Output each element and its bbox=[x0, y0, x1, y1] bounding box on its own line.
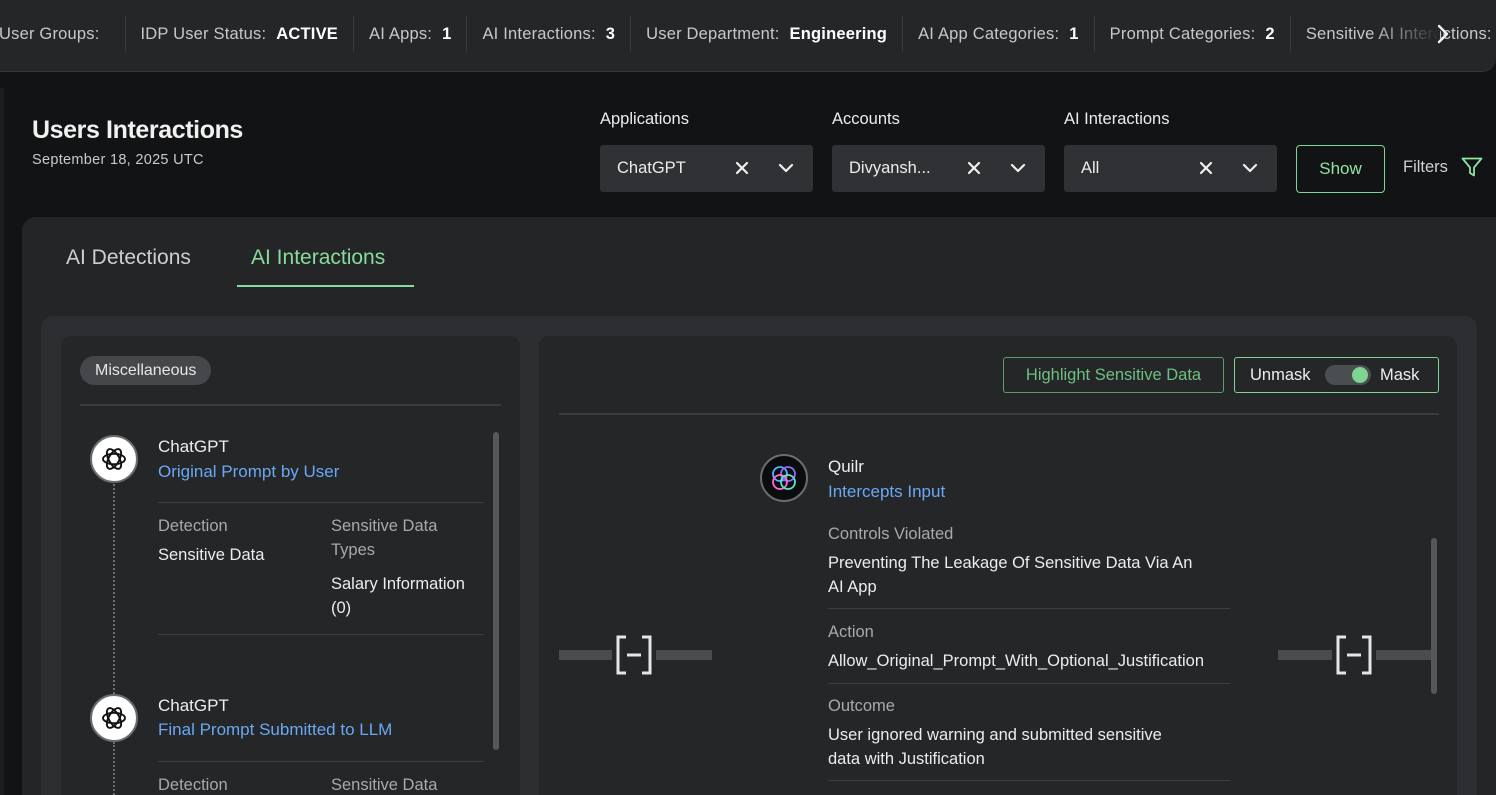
divider bbox=[828, 780, 1230, 781]
stat-user-groups: User Groups: bbox=[0, 16, 126, 52]
ai-interactions-select[interactable]: All bbox=[1064, 145, 1277, 192]
mask-toggle-group: Unmask Mask bbox=[1234, 357, 1439, 393]
detection-label: Detection bbox=[158, 776, 228, 794]
entry-app-name: ChatGPT bbox=[158, 696, 229, 715]
accounts-select[interactable]: Divyansh... bbox=[832, 145, 1045, 192]
quilr-subtitle-link[interactable]: Intercepts Input bbox=[828, 482, 945, 502]
stat-key: Prompt Categories: bbox=[1109, 24, 1256, 43]
stat-ai-app-categories: AI App Categories: 1 bbox=[903, 16, 1095, 52]
unmask-label: Unmask bbox=[1250, 366, 1311, 384]
stat-key: AI Interactions: bbox=[482, 24, 596, 43]
controls-violated-label: Controls Violated bbox=[828, 525, 954, 543]
sensitive-types-label-line1: Sensitive Data bbox=[331, 776, 438, 794]
mask-toggle[interactable] bbox=[1325, 365, 1371, 385]
stat-key: AI Apps: bbox=[369, 24, 433, 43]
filters-label: Filters bbox=[1403, 157, 1448, 176]
divider bbox=[158, 761, 484, 762]
category-chip: Miscellaneous bbox=[80, 356, 212, 385]
stat-value: Engineering bbox=[789, 24, 888, 43]
detection-label: Detection bbox=[158, 517, 228, 535]
divider bbox=[80, 404, 501, 406]
chevron-down-icon[interactable] bbox=[1239, 157, 1261, 179]
outcome-value-line1: User ignored warning and submitted sensi… bbox=[828, 726, 1162, 744]
left-scrollbar[interactable] bbox=[493, 432, 499, 750]
clear-icon[interactable] bbox=[1195, 157, 1217, 179]
sensitive-types-value-line2: (0) bbox=[331, 599, 352, 617]
divider bbox=[828, 608, 1230, 609]
entry-subtitle-link[interactable]: Original Prompt by User bbox=[158, 462, 339, 482]
outcome-value-line2: data with Justification bbox=[828, 750, 985, 768]
stat-ai-apps: AI Apps: 1 bbox=[354, 16, 468, 52]
highlight-sensitive-data-button[interactable]: Highlight Sensitive Data bbox=[1003, 357, 1224, 393]
ai-interactions-filter-label: AI Interactions bbox=[1064, 110, 1170, 128]
chevron-down-icon[interactable] bbox=[1007, 157, 1029, 179]
entry-app-name: ChatGPT bbox=[158, 437, 229, 456]
applications-select-value: ChatGPT bbox=[617, 159, 686, 177]
outcome-label: Outcome bbox=[828, 697, 895, 715]
clear-icon[interactable] bbox=[963, 157, 985, 179]
stat-key: AI App Categories: bbox=[918, 24, 1060, 43]
user-stats-bar: User Groups: IDP User Status: ACTIVE AI A… bbox=[0, 0, 1496, 72]
active-tab-indicator bbox=[237, 285, 414, 287]
applications-filter-label: Applications bbox=[600, 110, 689, 128]
clear-icon[interactable] bbox=[731, 157, 753, 179]
ai-interactions-select-value: All bbox=[1081, 159, 1100, 177]
divider bbox=[158, 502, 484, 503]
chatgpt-logo-icon bbox=[90, 694, 138, 742]
sensitive-types-label-line2: Types bbox=[331, 541, 376, 559]
sensitive-types-label-line1: Sensitive Data bbox=[331, 517, 438, 535]
filters-button[interactable]: Filters bbox=[1403, 155, 1484, 179]
stat-value: 2 bbox=[1265, 24, 1275, 43]
action-label: Action bbox=[828, 623, 874, 641]
stat-key: IDP User Status: bbox=[140, 24, 267, 43]
expand-icon[interactable] bbox=[1332, 633, 1376, 677]
stat-value: ACTIVE bbox=[276, 24, 339, 43]
toggle-knob bbox=[1352, 367, 1368, 383]
timeline-line bbox=[113, 484, 115, 694]
stat-key: User Groups: bbox=[0, 24, 100, 43]
accounts-filter-label: Accounts bbox=[832, 110, 900, 128]
timeline-line bbox=[113, 742, 115, 795]
detection-value: Sensitive Data bbox=[158, 546, 265, 564]
stat-prompt-categories: Prompt Categories: 2 bbox=[1095, 16, 1291, 52]
action-value: Allow_Original_Prompt_With_Optional_Just… bbox=[828, 652, 1205, 670]
mask-label: Mask bbox=[1380, 366, 1420, 384]
divider bbox=[559, 413, 1439, 415]
right-scrollbar[interactable] bbox=[1431, 538, 1437, 694]
stat-value: 1 bbox=[1069, 24, 1079, 43]
stat-key: User Department: bbox=[646, 24, 780, 43]
sensitive-types-value-line1: Salary Information bbox=[331, 575, 465, 593]
left-edge-panel bbox=[0, 88, 4, 795]
quilr-name: Quilr bbox=[828, 457, 864, 476]
divider bbox=[158, 634, 484, 635]
controls-violated-value-line2: AI App bbox=[828, 578, 877, 596]
applications-select[interactable]: ChatGPT bbox=[600, 145, 813, 192]
divider bbox=[828, 683, 1230, 684]
chevron-down-icon[interactable] bbox=[775, 157, 797, 179]
page-date: September 18, 2025 UTC bbox=[32, 152, 204, 168]
page-title: Users Interactions bbox=[32, 116, 243, 144]
entry-subtitle-link[interactable]: Final Prompt Submitted to LLM bbox=[158, 720, 392, 740]
quilr-logo-icon bbox=[760, 454, 808, 502]
funnel-icon bbox=[1461, 157, 1483, 177]
stats-list: User Groups: IDP User Status: ACTIVE AI A… bbox=[0, 0, 1496, 68]
show-button[interactable]: Show bbox=[1296, 145, 1385, 193]
stat-idp-user-status: IDP User Status: ACTIVE bbox=[126, 16, 355, 52]
expand-icon[interactable] bbox=[612, 633, 656, 677]
chatgpt-logo-icon bbox=[90, 435, 138, 483]
chevron-right-icon[interactable] bbox=[1430, 20, 1456, 48]
stat-user-department: User Department: Engineering bbox=[631, 16, 904, 52]
stat-ai-interactions: AI Interactions: 3 bbox=[467, 16, 632, 52]
stat-value: 3 bbox=[605, 24, 616, 43]
accounts-select-value: Divyansh... bbox=[849, 159, 931, 177]
controls-violated-value-line1: Preventing The Leakage Of Sensitive Data… bbox=[828, 554, 1193, 572]
tab-ai-interactions[interactable]: AI Interactions bbox=[251, 246, 385, 270]
stat-value: 1 bbox=[442, 24, 452, 43]
tab-ai-detections[interactable]: AI Detections bbox=[66, 246, 191, 270]
